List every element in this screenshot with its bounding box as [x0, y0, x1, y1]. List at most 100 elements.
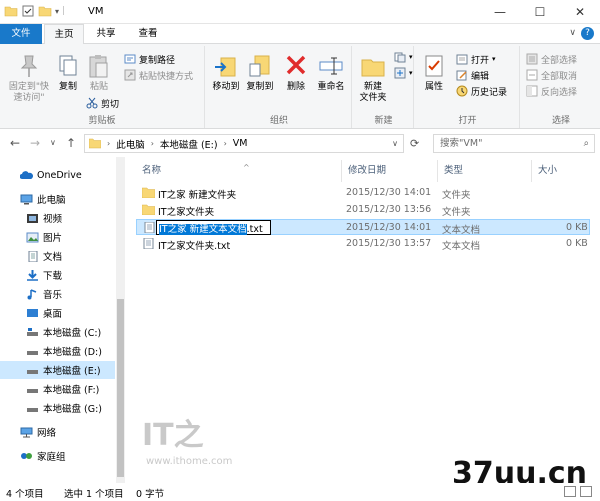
history-label: 历史记录 [471, 87, 508, 98]
easy-access-icon [394, 67, 406, 79]
history-button[interactable]: 历史记录 [456, 84, 507, 98]
paste-label: 粘贴 [89, 82, 108, 92]
nav-item-pictures[interactable]: 图片 [0, 228, 115, 246]
file-row[interactable]: IT之家 新建文件夹 2015/12/30 14:01 文件夹 [136, 185, 590, 201]
invert-selection-button[interactable]: 反向选择 [526, 84, 577, 98]
minimize-button[interactable]: — [480, 0, 520, 24]
nav-item-drive-c[interactable]: 本地磁盘 (C:) [0, 323, 115, 341]
rename-input[interactable]: IT之家 新建文本文档.txt [156, 220, 271, 235]
nav-item-documents[interactable]: 文档 [0, 247, 115, 265]
qat-dropdown-icon[interactable]: ▾ [55, 7, 59, 16]
properties-checkbox-icon[interactable] [21, 4, 35, 18]
delete-button[interactable]: 删除 [283, 52, 309, 93]
clipboard-group: 固定到"快 速访问" 复制 粘贴 复制路径 粘贴快捷方式 剪切 剪贴板 [0, 46, 205, 128]
rename-button[interactable]: 重命名 [313, 52, 349, 93]
nav-item-drive-f[interactable]: 本地磁盘 (F:) [0, 380, 115, 398]
new-folder-button[interactable]: 新建 文件夹 [356, 52, 390, 104]
address-bar[interactable]: › 此电脑 › 本地磁盘 (E:) › VM ∨ [84, 134, 404, 153]
copy-to-button[interactable]: 复制到 [243, 52, 277, 93]
help-icon[interactable]: ? [581, 27, 594, 40]
nav-item-onedrive[interactable]: OneDrive [0, 166, 115, 184]
new-folder-label: 新建 文件夹 [359, 82, 387, 103]
nav-item-downloads[interactable]: 下载 [0, 266, 115, 284]
new-folder-icon [361, 59, 385, 77]
pin-quick-access-button[interactable]: 固定到"快 速访问" [4, 52, 54, 104]
copy-path-label: 复制路径 [139, 55, 176, 66]
file-row[interactable]: IT之家文件夹 2015/12/30 13:56 文件夹 [136, 202, 590, 218]
nav-item-label: 本地磁盘 (D:) [43, 347, 102, 358]
forward-arrow-icon[interactable]: → [30, 136, 40, 150]
open-button[interactable]: 打开 ▾ [456, 52, 496, 66]
breadcrumb-drive-e[interactable]: 本地磁盘 (E:) [160, 137, 218, 151]
nav-item-desktop[interactable]: 桌面 [0, 304, 115, 322]
new-item-dropdown-icon: ▾ [409, 53, 413, 61]
recent-locations-icon[interactable]: ∨ [50, 138, 56, 147]
nav-item-network[interactable]: 网络 [0, 423, 115, 441]
copy-path-button[interactable]: 复制路径 [124, 52, 175, 66]
copy-icon [59, 55, 77, 76]
paste-button[interactable]: 粘贴 [84, 52, 114, 93]
column-header-date[interactable]: 修改日期 [342, 160, 438, 182]
copy-button[interactable]: 复制 [54, 52, 82, 93]
nav-scrollbar-thumb[interactable] [117, 299, 124, 477]
close-button[interactable]: ✕ [560, 0, 600, 24]
nav-item-label: OneDrive [37, 169, 82, 181]
cut-button[interactable]: 剪切 [86, 96, 119, 110]
column-header-type[interactable]: 类型 [438, 160, 532, 182]
large-icons-view-icon[interactable] [580, 486, 592, 497]
edit-label: 编辑 [471, 71, 490, 82]
nav-item-drive-g[interactable]: 本地磁盘 (G:) [0, 399, 115, 417]
select-none-button[interactable]: 全部取消 [526, 68, 577, 82]
nav-item-homegroup[interactable]: 家庭组 [0, 447, 115, 465]
maximize-button[interactable]: ☐ [520, 0, 560, 24]
new-item-icon [394, 52, 406, 63]
file-row[interactable]: IT之家文件夹.txt 2015/12/30 13:57 文本文档 0 KB [136, 236, 590, 252]
details-view-icon[interactable] [564, 486, 576, 497]
move-to-button[interactable]: 移动到 [209, 52, 243, 93]
tab-file[interactable]: 文件 [0, 24, 42, 44]
nav-scrollbar[interactable] [116, 157, 125, 483]
column-header-name[interactable]: 名称 ^ [136, 160, 342, 182]
move-to-label: 移动到 [212, 82, 240, 92]
properties-button[interactable]: 属性 [420, 52, 448, 93]
nav-item-this-pc[interactable]: 此电脑 [0, 190, 115, 208]
nav-item-label: 桌面 [43, 309, 63, 320]
paste-shortcut-button[interactable]: 粘贴快捷方式 [124, 68, 193, 82]
clipboard-group-label: 剪贴板 [88, 116, 116, 126]
nav-item-music[interactable]: 音乐 [0, 285, 115, 303]
new-item-button[interactable]: ▾ [394, 50, 413, 64]
nav-item-drive-e[interactable]: 本地磁盘 (E:) [0, 361, 115, 379]
new-group-label: 新建 [374, 116, 393, 126]
back-arrow-icon[interactable]: ← [10, 136, 20, 150]
breadcrumb-vm[interactable]: VM [233, 138, 248, 149]
copy-label: 复制 [58, 82, 77, 92]
tab-share[interactable]: 共享 [86, 24, 126, 44]
address-dropdown-icon[interactable]: ∨ [392, 139, 398, 148]
search-input[interactable]: 搜索"VM" ⌕ [433, 134, 595, 153]
nav-item-label: 本地磁盘 (C:) [43, 328, 102, 339]
video-icon [27, 213, 38, 223]
select-all-button[interactable]: 全部选择 [526, 52, 577, 66]
homegroup-icon [21, 452, 32, 459]
copy-to-icon [249, 55, 270, 77]
paste-shortcut-icon [124, 69, 136, 81]
up-arrow-icon[interactable]: ↑ [66, 136, 76, 150]
nav-item-label: 图片 [43, 233, 63, 244]
folder-icon [142, 204, 155, 215]
column-header-size[interactable]: 大小 [532, 160, 590, 182]
refresh-icon[interactable]: ⟳ [410, 137, 419, 150]
easy-access-button[interactable]: ▾ [394, 66, 413, 80]
ribbon-collapse-icon[interactable]: ∨ [569, 28, 576, 38]
new-folder-quick-icon[interactable] [38, 4, 52, 18]
tab-home[interactable]: 主页 [44, 24, 84, 45]
documents-icon [28, 250, 38, 262]
edit-button[interactable]: 编辑 [456, 68, 489, 82]
qat-divider: | [62, 6, 66, 16]
breadcrumb-this-pc[interactable]: 此电脑 [116, 137, 145, 151]
tab-view[interactable]: 查看 [128, 24, 168, 44]
nav-item-drive-d[interactable]: 本地磁盘 (D:) [0, 342, 115, 360]
nav-item-videos[interactable]: 视频 [0, 209, 115, 227]
breadcrumb-separator-icon: › [107, 139, 111, 148]
organize-group-label: 组织 [269, 116, 288, 126]
file-row-selected[interactable]: IT之家 新建文本文档.txt 2015/12/30 14:01 文本文档 0 … [136, 219, 590, 236]
